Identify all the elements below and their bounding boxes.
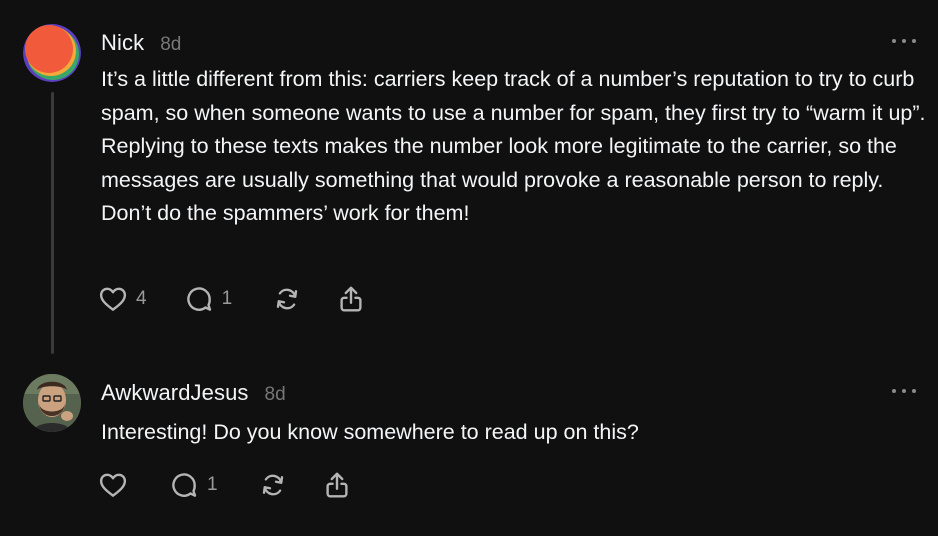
comment-icon bbox=[186, 287, 211, 311]
post-header: Nick 8d bbox=[101, 30, 181, 56]
more-icon[interactable] bbox=[892, 386, 916, 396]
timestamp[interactable]: 8d bbox=[265, 384, 286, 406]
username[interactable]: Nick bbox=[101, 30, 144, 56]
like-button[interactable] bbox=[98, 469, 128, 501]
post-text: Interesting! Do you know somewhere to re… bbox=[101, 420, 639, 444]
comment-icon bbox=[172, 473, 197, 497]
avatar-image bbox=[23, 374, 81, 432]
like-button[interactable]: 4 bbox=[98, 283, 147, 315]
reply-count: 1 bbox=[207, 474, 218, 495]
repost-button[interactable] bbox=[272, 283, 302, 315]
reply-button[interactable]: 1 bbox=[169, 469, 218, 501]
heart-icon bbox=[99, 287, 127, 311]
repost-icon bbox=[262, 474, 283, 496]
heart-icon bbox=[99, 473, 127, 497]
share-icon bbox=[326, 472, 348, 498]
share-button[interactable] bbox=[336, 283, 366, 315]
reply-button[interactable]: 1 bbox=[184, 283, 233, 315]
more-icon[interactable] bbox=[892, 36, 916, 46]
post: AwkwardJesus 8d Interesting! Do you know… bbox=[0, 360, 938, 536]
avatar[interactable] bbox=[23, 374, 81, 432]
avatar-image bbox=[23, 24, 81, 82]
share-icon bbox=[340, 286, 362, 312]
repost-button[interactable] bbox=[258, 469, 288, 501]
repost-icon bbox=[276, 288, 298, 310]
action-bar: 4 1 bbox=[98, 283, 366, 315]
avatar[interactable] bbox=[23, 24, 81, 82]
timestamp[interactable]: 8d bbox=[160, 34, 181, 56]
reply-count: 1 bbox=[221, 288, 233, 309]
action-bar: 1 bbox=[98, 469, 352, 501]
post-text: It’s a little different from this: carri… bbox=[101, 67, 926, 225]
post: Nick 8d It’s a little different from thi… bbox=[0, 0, 938, 360]
post-header: AwkwardJesus 8d bbox=[101, 380, 286, 406]
share-button[interactable] bbox=[322, 469, 352, 501]
thread-line bbox=[51, 92, 54, 354]
like-count: 4 bbox=[136, 288, 147, 309]
username[interactable]: AwkwardJesus bbox=[101, 380, 249, 406]
